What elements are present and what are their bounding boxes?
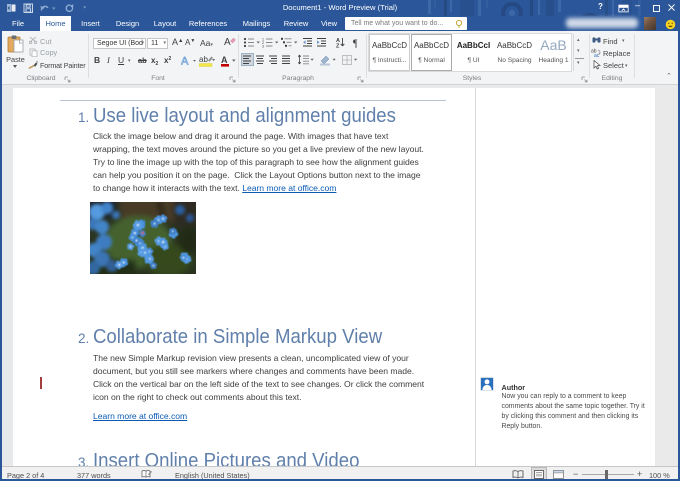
svg-text:¶: ¶: [353, 39, 358, 49]
svg-text:3: 3: [262, 45, 264, 48]
svg-text:A: A: [224, 37, 231, 48]
svg-text:A: A: [221, 55, 228, 65]
svg-text:ab: ab: [199, 55, 208, 64]
svg-text:A: A: [181, 56, 189, 68]
svg-text:Z: Z: [336, 44, 340, 49]
